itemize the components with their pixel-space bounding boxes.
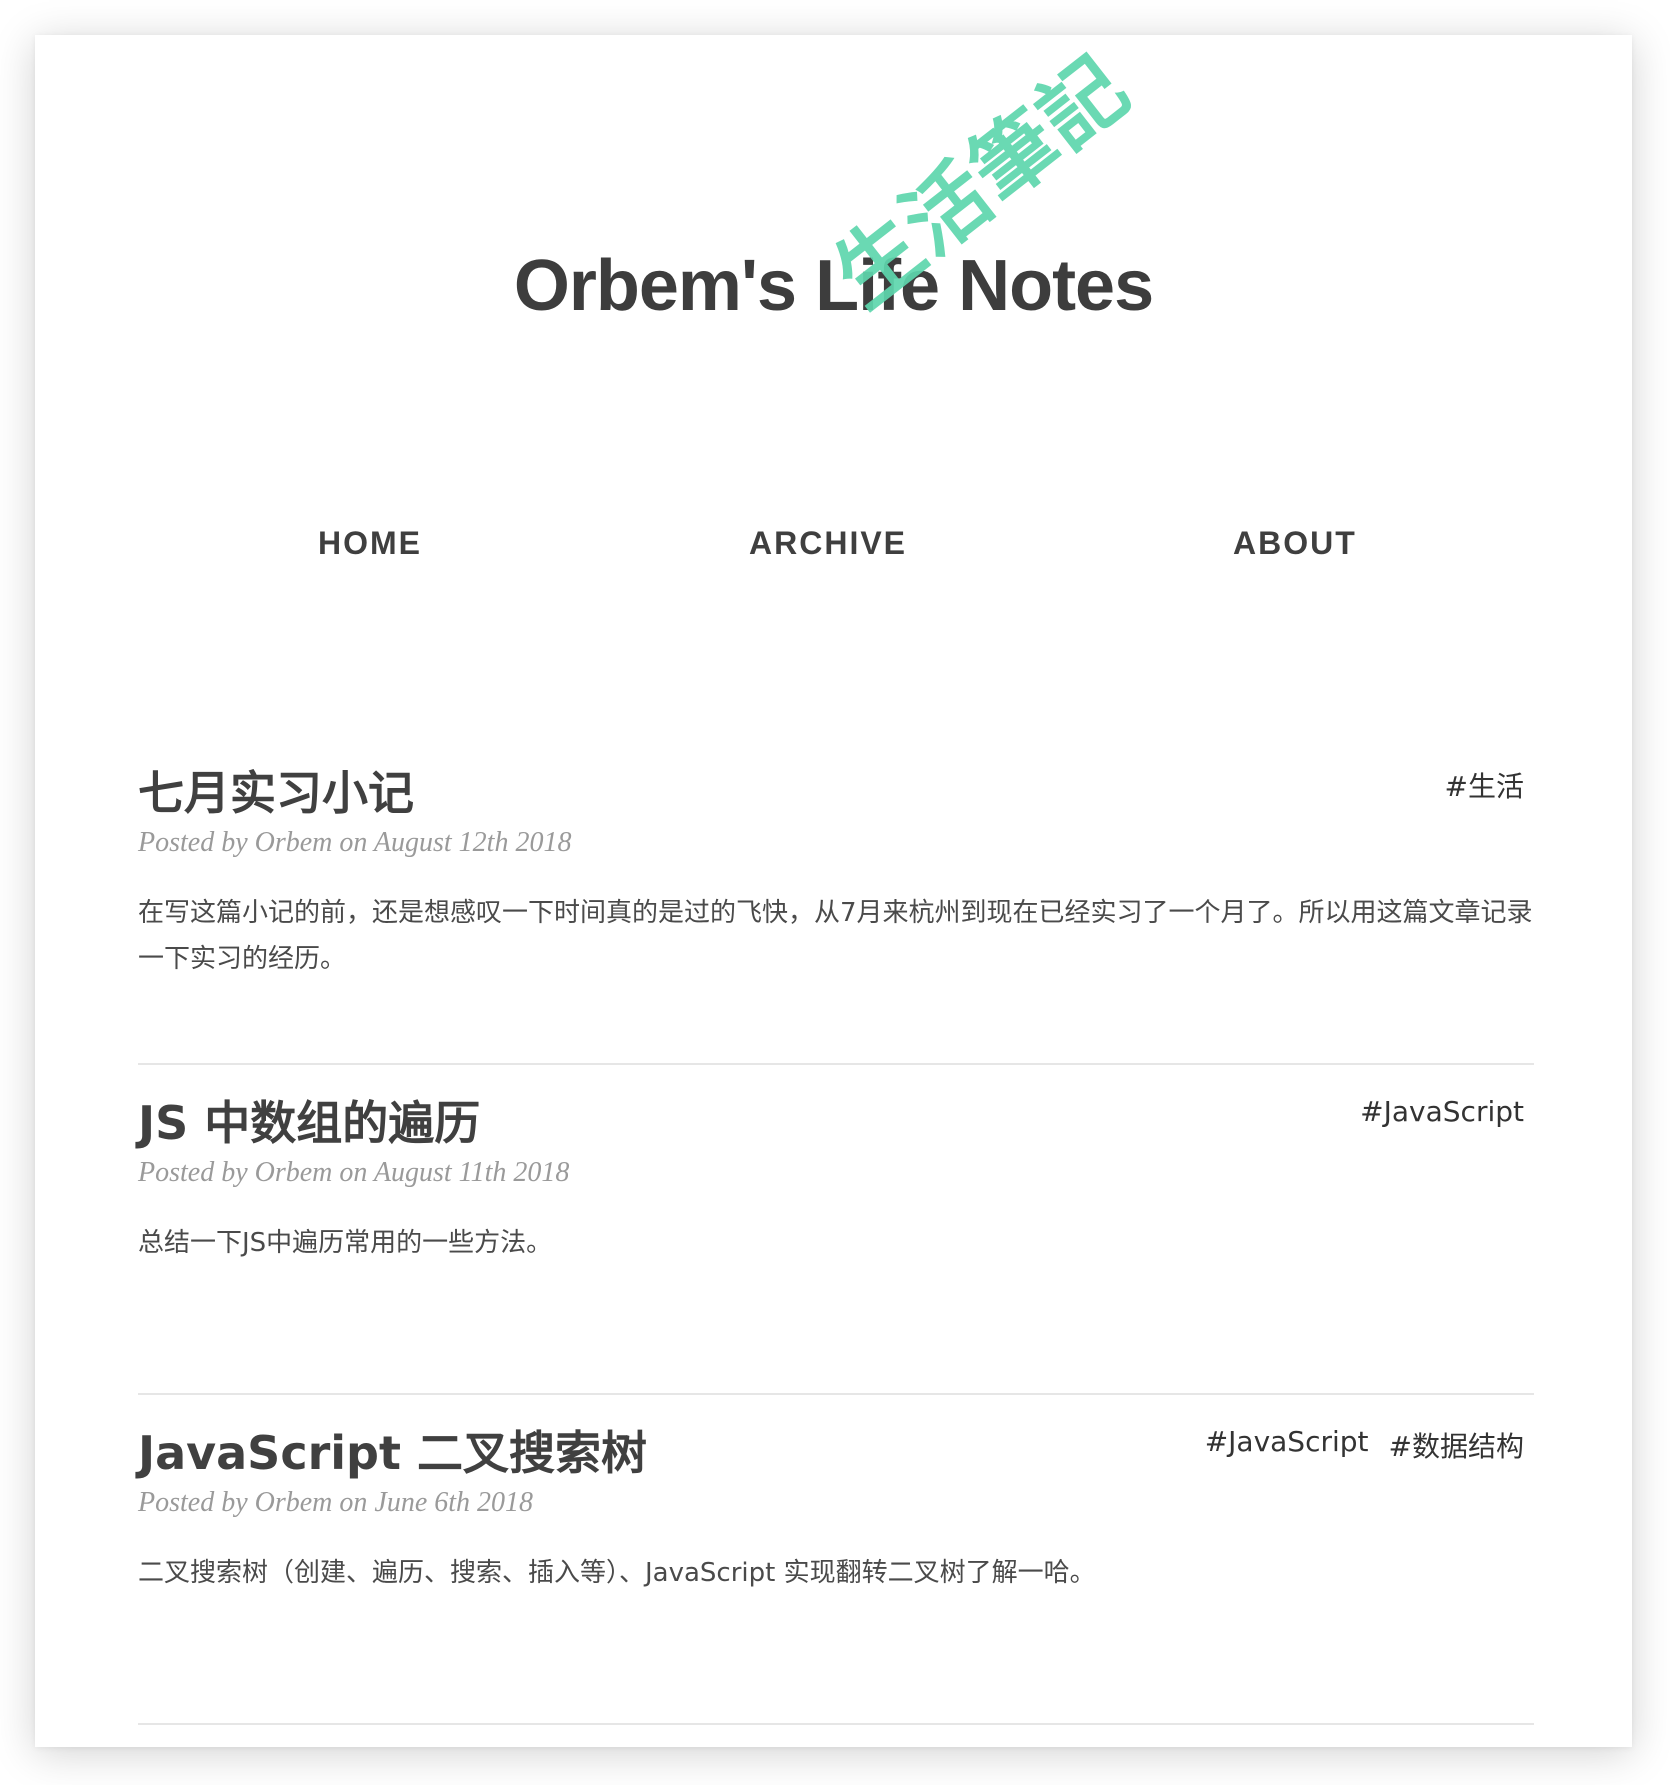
post-tag[interactable]: #JavaScript xyxy=(1360,1095,1524,1128)
post-title[interactable]: 七月实习小记 xyxy=(138,757,414,823)
post-meta: Posted by Orbem on August 12th 2018 xyxy=(138,827,572,858)
post-tag[interactable]: #生活 xyxy=(1445,765,1524,805)
post-title[interactable]: JavaScript 二叉搜索树 xyxy=(138,1417,647,1483)
page-card: Orbem's Life Notes 生活筆記 HOME ARCHIVE ABO… xyxy=(35,35,1632,1747)
nav-home-link[interactable]: HOME xyxy=(318,525,422,562)
nav-archive-link[interactable]: ARCHIVE xyxy=(749,525,907,562)
nav-about-link[interactable]: ABOUT xyxy=(1233,525,1357,562)
site-header: Orbem's Life Notes 生活筆記 xyxy=(35,35,1632,475)
post-tags: #生活 xyxy=(1445,765,1524,805)
post-tag[interactable]: #数据结构 xyxy=(1389,1425,1524,1465)
post-list: 七月实习小记 #生活 Posted by Orbem on August 12t… xyxy=(138,735,1534,1725)
post-item: JS 中数组的遍历 #JavaScript Posted by Orbem on… xyxy=(138,1065,1534,1395)
post-tags: #JavaScript xyxy=(1360,1095,1524,1128)
post-tags: #JavaScript #数据结构 xyxy=(1205,1425,1524,1465)
post-excerpt[interactable]: 二叉搜索树（创建、遍历、搜索、插入等）、JavaScript 实现翻转二叉树了解… xyxy=(138,1550,1534,1596)
post-tag[interactable]: #JavaScript xyxy=(1205,1425,1369,1465)
post-excerpt[interactable]: 总结一下JS中遍历常用的一些方法。 xyxy=(138,1220,1534,1266)
post-item: JavaScript 二叉搜索树 #JavaScript #数据结构 Poste… xyxy=(138,1395,1534,1725)
main-nav: HOME ARCHIVE ABOUT xyxy=(35,525,1632,575)
post-item: 七月实习小记 #生活 Posted by Orbem on August 12t… xyxy=(138,735,1534,1065)
post-meta: Posted by Orbem on June 6th 2018 xyxy=(138,1487,534,1518)
post-title[interactable]: JS 中数组的遍历 xyxy=(138,1087,480,1153)
post-meta: Posted by Orbem on August 11th 2018 xyxy=(138,1157,570,1188)
post-excerpt[interactable]: 在写这篇小记的前，还是想感叹一下时间真的是过的飞快，从7月来杭州到现在已经实习了… xyxy=(138,890,1534,982)
